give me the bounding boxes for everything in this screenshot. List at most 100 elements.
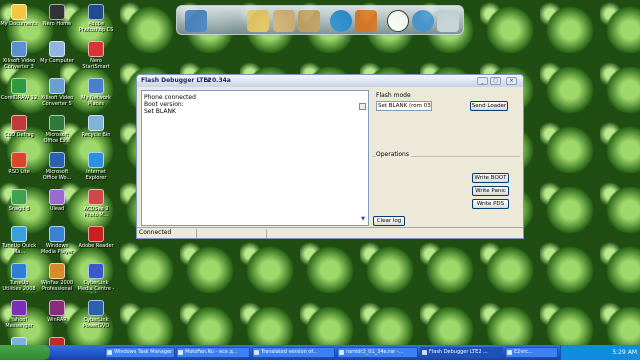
music-icon[interactable] [298, 10, 320, 32]
desktop-shortcut[interactable]: Recycle Bin [77, 113, 115, 153]
app-icon [88, 4, 104, 20]
desktop-shortcut[interactable]: Yahoo! Messenger [0, 298, 38, 338]
app-icon [88, 78, 104, 94]
desktop-shortcut-label: CyberLink Media Centre - Jet... [77, 280, 115, 293]
taskbar-button-label: ramldr2_01_34a.rar -... [346, 349, 404, 355]
desktop-shortcut-label: Internet Explorer [85, 169, 107, 181]
globe-icon[interactable] [330, 10, 352, 32]
desktop-shortcut[interactable]: My Documents [0, 2, 38, 42]
desktop-shortcut-label: ACDSee 9 Photo M... [83, 206, 109, 218]
log-line: Set BLANK [144, 108, 176, 115]
app-icon [88, 263, 104, 279]
desktop-shortcut[interactable]: TuneUp Quick Ma... [0, 224, 38, 264]
taskbar-button-label: Translated version of... [261, 349, 318, 355]
desktop-shortcut[interactable]: Xilisoft Video Converter 3 [0, 39, 38, 79]
clock: 5:29 AM [612, 349, 637, 356]
app-icon [49, 115, 65, 131]
desktop-shortcut[interactable]: Internet Explorer [77, 150, 115, 190]
window-titlebar[interactable]: Flash Debugger LTE2 v 0.34a _ □ × [137, 75, 523, 87]
folder-icon[interactable] [247, 10, 269, 32]
desktop-shortcut-label: Recycle Bin [81, 132, 111, 138]
desktop-shortcut-label: Windows Media Player [40, 243, 74, 255]
close-button[interactable]: × [506, 77, 517, 85]
desktop-shortcut[interactable]: Windows Media Player [38, 224, 76, 264]
desktop-shortcut-label: Snagit 8 [8, 206, 30, 212]
window-version: v 0.34a [206, 77, 231, 84]
log-textarea[interactable]: Phone connected Boot version: Set BLANK … [141, 90, 369, 226]
desktop-shortcut[interactable]: Nero StartSmart [77, 39, 115, 79]
app-icon [88, 41, 104, 57]
desktop-shortcut[interactable]: My Computer [38, 39, 76, 79]
taskbar-button[interactable]: E2vrc... [505, 347, 558, 358]
desktop-shortcut[interactable]: Adobe Photoshop CS [77, 2, 115, 42]
desktop-shortcut[interactable]: CBO Defrag [0, 113, 38, 153]
start-button[interactable] [0, 345, 50, 360]
desktop-shortcut[interactable]: CyberLink Media Centre - Jet... [77, 261, 115, 301]
window-icon [339, 350, 344, 355]
window-icon [107, 350, 112, 355]
clock-icon[interactable] [387, 10, 409, 32]
desktop-shortcut-label: Xilisoft Video Converter 3 [2, 58, 36, 70]
status-text: Connected [137, 229, 197, 238]
desktop-shortcut[interactable]: Xilisoft Video Converter 5 [38, 76, 76, 116]
document-icon[interactable] [273, 10, 295, 32]
taskbar-button-label: Windows Task Manager [114, 349, 173, 355]
desktop-shortcut[interactable]: Adobe Reader [77, 224, 115, 264]
desktop-shortcut[interactable]: Snagit 8 [0, 187, 38, 227]
app-icon [49, 226, 65, 242]
app-icon [88, 115, 104, 131]
taskbar-button[interactable]: Windows Task Manager [105, 347, 175, 358]
taskbar-button[interactable]: Translated version of... [252, 347, 335, 358]
desktop-shortcut[interactable]: Microsoft Office Ex... [38, 113, 76, 153]
desktop-shortcut[interactable]: Microsoft Office Wo... [38, 150, 76, 190]
app-icon [88, 300, 104, 316]
status-bar: Connected [137, 227, 523, 238]
media-player-icon[interactable] [355, 10, 377, 32]
taskbar-button[interactable]: Flash Debugger LTE2 ... [420, 347, 503, 358]
app-icon [88, 152, 104, 168]
desktop-shortcut[interactable]: CyberLink PowerDVD [77, 298, 115, 338]
app-icon[interactable] [185, 10, 207, 32]
desktop-shortcut[interactable]: TuneUp Utilities 2008 [0, 261, 38, 301]
desktop-shortcut[interactable]: Nero Home [38, 2, 76, 42]
app-icon [11, 78, 27, 94]
write-boot-button[interactable]: Write BOOT [472, 173, 509, 183]
window-icon [178, 350, 183, 355]
taskbar-button[interactable]: ramldr2_01_34a.rar -... [337, 347, 418, 358]
write-pds-button[interactable]: Write PDS [472, 199, 509, 209]
desktop-shortcut-label: Yahoo! Messenger [5, 317, 33, 329]
app-icon [11, 226, 27, 242]
status-segment [197, 229, 267, 238]
desktop-shortcut-label: Adobe Photoshop CS [78, 21, 114, 33]
desktop-shortcut-label: RSD Lite [8, 169, 30, 175]
window-icon [254, 350, 259, 355]
desktop-shortcut[interactable]: WinFax 2000 Professional [38, 261, 76, 301]
taskbar-button[interactable]: MotoFan.Ru - все д... [176, 347, 250, 358]
gear-icon[interactable] [412, 10, 434, 32]
desktop-shortcut[interactable]: Ulead [38, 187, 76, 227]
desktop-shortcut[interactable]: CorelDRAW 12 [0, 76, 38, 116]
desktop-shortcut-label: Xilisoft Video Converter 5 [40, 95, 74, 107]
clear-log-button[interactable]: Clear log [373, 216, 405, 226]
desktop-shortcut-label: TuneUp Quick Ma... [1, 243, 37, 255]
desktop-shortcut[interactable]: RSD Lite [0, 150, 38, 190]
maximize-button[interactable]: □ [490, 77, 501, 85]
app-icon [49, 300, 65, 316]
app-icon [49, 4, 65, 20]
system-tray: 5:29 AM [560, 345, 640, 360]
desktop-shortcut[interactable]: ACDSee 9 Photo M... [77, 187, 115, 227]
flash-mode-field[interactable]: Set BLANK (rom 0300) [376, 101, 432, 111]
desktop-shortcut[interactable]: WinRAR [38, 298, 76, 338]
app-icon [88, 226, 104, 242]
send-loader-button[interactable]: Send Loader [470, 101, 508, 111]
desktop-shortcut[interactable]: My Network Places [77, 76, 115, 116]
scroll-down-arrow-icon[interactable]: ▼ [361, 216, 365, 222]
write-panic-button[interactable]: Write Panic [472, 186, 509, 196]
desktop-shortcut-label: CyberLink PowerDVD [82, 317, 110, 329]
app-icon [11, 300, 27, 316]
desktop-shortcut-label: CBO Defrag [4, 132, 34, 138]
trash-icon[interactable] [437, 10, 459, 32]
log-line: Phone connected [144, 94, 196, 101]
minimize-button[interactable]: _ [477, 77, 488, 85]
scroll-up-button[interactable] [359, 103, 366, 110]
